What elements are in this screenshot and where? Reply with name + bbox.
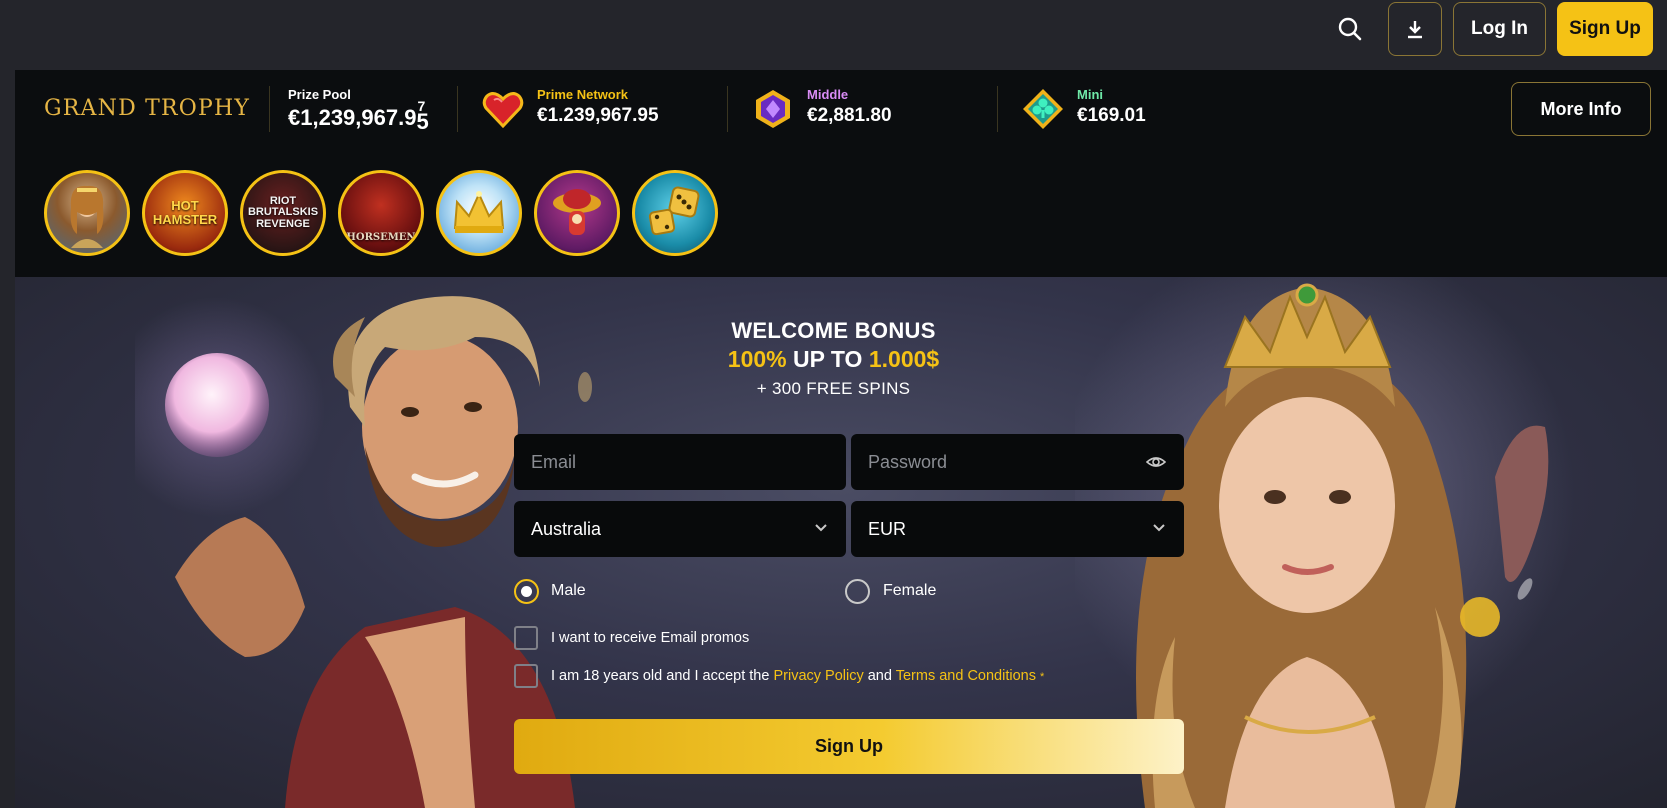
radio-female-label: Female — [883, 582, 937, 599]
game-title: RIOT BRUTALSKIS REVENGE — [247, 194, 319, 230]
crown-art — [453, 191, 505, 233]
login-button[interactable]: Log In — [1453, 2, 1546, 56]
country-select[interactable]: Australia — [514, 501, 846, 557]
download-button[interactable] — [1388, 2, 1442, 56]
rolling-digit-bottom: 5 — [416, 109, 429, 134]
game-title: HORSEMEN — [346, 231, 416, 243]
currency-select[interactable]: EUR — [851, 501, 1184, 557]
divider — [269, 86, 270, 132]
radio-male-label: Male — [551, 582, 586, 599]
game-tile-hot-hamster[interactable]: HOT HAMSTER — [142, 170, 228, 256]
mini-label: Mini — [1077, 87, 1103, 102]
bonus-percent: 100% — [727, 346, 787, 372]
email-promos-checkbox[interactable] — [514, 626, 538, 650]
chevron-down-icon — [1153, 524, 1165, 532]
radio-male[interactable] — [514, 579, 539, 604]
game-tile-riot-brutalskis[interactable]: RIOT BRUTALSKIS REVENGE — [240, 170, 326, 256]
prize-pool: Prize Pool €1,239,967.9 7 5 — [288, 87, 430, 134]
currency-value: EUR — [868, 518, 907, 539]
green-club-icon — [1023, 89, 1063, 129]
search-icon[interactable] — [1336, 15, 1364, 43]
signup-button-header[interactable]: Sign Up — [1557, 2, 1653, 56]
game-tile-horsemen[interactable]: HORSEMEN — [338, 170, 424, 256]
jackpot-middle: Middle €2,881.80 — [807, 87, 892, 127]
game-title: HOT HAMSTER — [152, 198, 218, 227]
required-mark: * — [1040, 671, 1045, 683]
mushroom-art — [553, 189, 601, 235]
ruby-heart-icon — [482, 92, 524, 129]
games-row: HOT HAMSTER RIOT BRUTALSKIS REVENGE HORS… — [15, 150, 1667, 277]
more-info-button[interactable]: More Info — [1511, 82, 1651, 136]
divider — [727, 86, 728, 132]
password-field[interactable]: Password — [851, 434, 1184, 490]
terms-checkbox[interactable] — [514, 664, 538, 688]
game-tile-warrior-princess[interactable] — [44, 170, 130, 256]
bonus-offer: 100% UP TO 1.000$ — [0, 346, 1667, 373]
prize-pool-amount: €1,239,967.9 7 5 — [288, 98, 430, 134]
prize-pool-value: €1,239,967.9 — [288, 105, 417, 130]
prime-network-amount: €1.239,967.95 — [537, 105, 659, 126]
bonus-amount: 1.000$ — [868, 346, 940, 372]
jackpot-mini: Mini €169.01 — [1077, 87, 1146, 127]
download-icon — [1408, 21, 1422, 39]
welcome-bonus: WELCOME BONUS 100% UP TO 1.000$ + 300 FR… — [0, 318, 1667, 399]
game-tile-mushroom-mariachi[interactable] — [534, 170, 620, 256]
password-placeholder: Password — [868, 451, 948, 472]
dice-art — [648, 186, 700, 236]
rolling-digit: 75 — [416, 98, 430, 134]
bonus-free-spins: + 300 FREE SPINS — [756, 379, 911, 398]
bonus-title: WELCOME BONUS — [731, 318, 936, 343]
signup-submit-button[interactable]: Sign Up — [514, 719, 1184, 774]
prime-network-label: Prime Network — [537, 87, 629, 102]
grand-trophy-logo: GRAND TROPHY — [44, 96, 251, 121]
terms-label: I am 18 years old and I accept the Priva… — [551, 668, 1044, 684]
email-placeholder: Email — [531, 451, 577, 472]
bonus-upto: UP TO — [786, 346, 869, 372]
middle-label: Middle — [807, 87, 849, 102]
eye-icon[interactable] — [1146, 453, 1166, 471]
game-tile-golden-crown[interactable] — [436, 170, 522, 256]
chevron-down-icon — [815, 524, 827, 532]
prize-pool-label: Prize Pool — [288, 87, 351, 102]
divider — [457, 86, 458, 132]
terms-text: I am 18 years old and I accept the — [551, 668, 774, 684]
email-field[interactable]: Email — [514, 434, 846, 490]
email-promos-label: I want to receive Email promos — [551, 630, 750, 646]
top-bar: Log In Sign Up — [0, 0, 1667, 62]
privacy-policy-link[interactable]: Privacy Policy — [773, 668, 863, 684]
terms-text-and: and — [863, 668, 896, 684]
jackpot-bar: GRAND TROPHY Prize Pool €1,239,967.9 7 5 P… — [15, 70, 1667, 150]
game-tile-golden-dice[interactable] — [632, 170, 718, 256]
warrior-princess-art — [70, 185, 104, 248]
divider — [997, 86, 998, 132]
jackpot-prime-network: Prime Network €1.239,967.95 — [537, 87, 659, 127]
mini-amount: €169.01 — [1077, 105, 1146, 126]
terms-conditions-link[interactable]: Terms and Conditions — [896, 668, 1036, 684]
middle-amount: €2,881.80 — [807, 105, 892, 126]
radio-female[interactable] — [845, 579, 870, 604]
country-value: Australia — [531, 518, 602, 539]
purple-gem-icon — [756, 90, 790, 128]
